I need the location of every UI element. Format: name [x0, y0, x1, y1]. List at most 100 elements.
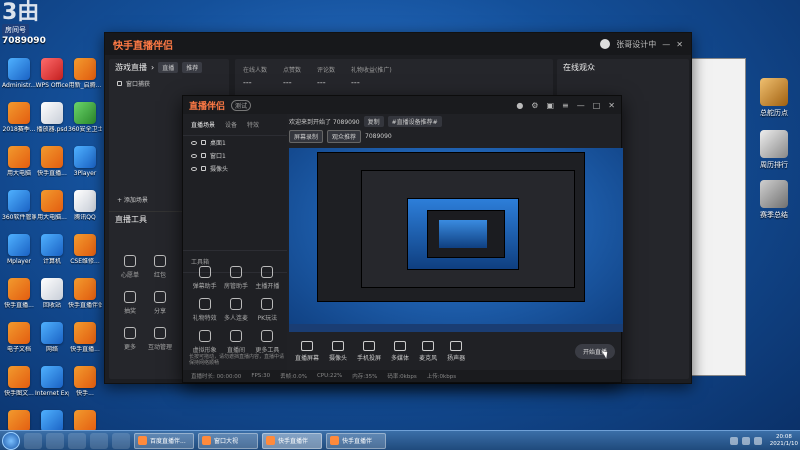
network-icon[interactable]: [729, 436, 738, 445]
recommend-tag[interactable]: #直播设备推荐#: [387, 116, 442, 127]
tab-device[interactable]: 设备: [225, 120, 237, 129]
scene-item[interactable]: 摄像头: [183, 162, 287, 175]
menu-icon[interactable]: ≡: [562, 101, 569, 110]
more-tool[interactable]: 更多: [115, 327, 145, 351]
phone-cast-button[interactable]: 手机投屏: [357, 340, 381, 362]
folder-icon[interactable]: [68, 432, 86, 449]
close-icon[interactable]: ✕: [608, 101, 615, 110]
desktop-icon[interactable]: 腾讯QQ: [68, 190, 102, 221]
input-method-icon[interactable]: [753, 436, 762, 445]
live-preview[interactable]: [289, 148, 623, 332]
taskbar-task[interactable]: 窗口大视: [198, 432, 258, 449]
scene-item[interactable]: 桌面1: [183, 136, 287, 149]
file-icon[interactable]: [90, 432, 108, 449]
desktop-icon[interactable]: 360软件管家: [2, 190, 36, 221]
live-button[interactable]: 直播: [158, 61, 179, 73]
desktop-icon[interactable]: 播放器.psd: [35, 102, 69, 133]
game-icon[interactable]: [112, 432, 130, 449]
toolbox-item[interactable]: 礼物特效: [189, 298, 220, 322]
desktop-icon-weekly[interactable]: 周历排行: [752, 130, 796, 170]
toolbox-item[interactable]: 更多工具: [252, 330, 283, 354]
eye-icon[interactable]: [191, 166, 197, 171]
eye-icon[interactable]: [191, 153, 197, 158]
maximize-icon[interactable]: □: [593, 101, 601, 110]
desktop-icon[interactable]: 计算机: [35, 234, 69, 265]
settings-icon[interactable]: ⚙: [531, 101, 538, 110]
desktop-icon[interactable]: Administr...: [2, 58, 36, 89]
screen-source-button[interactable]: 直播屏幕: [295, 340, 319, 362]
toolbox-item[interactable]: 虚拟形象: [189, 330, 220, 354]
desktop-icon[interactable]: 用新_启腾...: [68, 58, 102, 89]
redpacket-tool[interactable]: 红包: [145, 255, 175, 279]
audience-chip[interactable]: 观众推荐: [327, 130, 362, 143]
add-scene-link[interactable]: + 添加场景: [109, 193, 156, 206]
minimize-icon[interactable]: —: [577, 101, 585, 110]
desktop-icon[interactable]: 快手直播...: [35, 146, 69, 177]
desktop-icon[interactable]: 快手直播伴侣: [68, 278, 102, 309]
desktop-icon[interactable]: 快手图文...: [2, 366, 36, 397]
lock-icon[interactable]: [117, 81, 122, 86]
desktop-icon[interactable]: 2018赛季...: [2, 102, 36, 133]
desktop-icon[interactable]: Internet Explorer: [35, 366, 69, 397]
tab-effects[interactable]: 特效: [247, 120, 259, 129]
taskbar-task[interactable]: 快手直播伴: [262, 432, 322, 449]
wishlist-tool[interactable]: 心愿单: [115, 255, 145, 279]
desktop-icon[interactable]: 快手直播...: [2, 278, 36, 309]
interaction-tool[interactable]: 互动管理: [145, 327, 175, 351]
desktop-icon[interactable]: WPS Office: [35, 58, 69, 89]
desktop-icon[interactable]: 用大电脑...: [35, 190, 69, 221]
minimize-icon[interactable]: —: [662, 40, 670, 49]
media-button[interactable]: 多媒体: [391, 340, 409, 362]
game-live-title[interactable]: 游戏直播: [115, 62, 147, 73]
lock-icon[interactable]: [201, 166, 206, 171]
clock[interactable]: 20:08 2021/1/10: [770, 434, 798, 448]
desktop-icon[interactable]: 回收站: [35, 278, 69, 309]
desktop-icon[interactable]: CSE维修...: [68, 234, 102, 265]
desktop-icon[interactable]: 360安全卫士: [68, 102, 102, 133]
screen-record-chip[interactable]: 屏幕录制: [289, 130, 324, 143]
eye-icon[interactable]: [191, 140, 197, 145]
lottery-tool[interactable]: 抽奖: [115, 291, 145, 315]
lock-icon[interactable]: [201, 140, 206, 145]
toolbox-item[interactable]: 房管助手: [220, 266, 251, 290]
desktop-icon[interactable]: 快手直播...: [68, 322, 102, 353]
lock-icon[interactable]: [201, 153, 206, 158]
desktop-icon[interactable]: 网络: [35, 322, 69, 353]
desktop-icon-rank[interactable]: 总舵历点: [752, 78, 796, 118]
background-window[interactable]: [690, 58, 746, 376]
share-tool[interactable]: 分享: [145, 291, 175, 315]
avatar[interactable]: ●: [516, 101, 523, 110]
ie-icon[interactable]: [24, 432, 42, 449]
desktop-icon[interactable]: 快手...: [68, 366, 102, 397]
desktop-icon[interactable]: 3Player: [68, 146, 102, 177]
toolbox-item[interactable]: 主播开播: [252, 266, 283, 290]
tab-scene[interactable]: 直播场景: [191, 120, 215, 129]
toolbox-item[interactable]: 弹幕助手: [189, 266, 220, 290]
mic-button[interactable]: 麦克风: [419, 340, 437, 362]
username[interactable]: 张哥设计中: [616, 39, 656, 50]
status-item: 上传:0kbps: [426, 374, 457, 380]
taskbar-task[interactable]: 快手直播伴: [326, 432, 386, 449]
volume-icon[interactable]: [741, 436, 750, 445]
close-icon[interactable]: ✕: [676, 40, 683, 49]
copy-button[interactable]: 复制: [363, 116, 384, 127]
desktop-icon[interactable]: 用大电脑: [2, 146, 36, 177]
scene-item[interactable]: 窗口1: [183, 149, 287, 162]
recommend-button[interactable]: 推荐: [182, 61, 203, 73]
desktop-icon[interactable]: 电子文档: [2, 322, 36, 353]
live-companion-window[interactable]: 直播伴侣 测试 ● ⚙ ▣ ≡ — □ ✕ 直播场景 设备 特效 桌面1 窗口1…: [182, 95, 623, 383]
taskbar-task[interactable]: 百度直播伴...: [134, 432, 194, 449]
speaker-button[interactable]: 扬声器: [447, 340, 465, 362]
toolbox-item[interactable]: 多人连麦: [220, 298, 251, 322]
kuaishou-pin-icon[interactable]: [46, 432, 64, 449]
desktop-icon-season[interactable]: 赛季总结: [752, 180, 796, 220]
windows-start-button[interactable]: [2, 431, 20, 450]
desktop-icon[interactable]: Mplayer: [2, 234, 36, 265]
camera-button[interactable]: 摄像头: [329, 340, 347, 362]
toolbox-item[interactable]: 直播间: [220, 330, 251, 354]
avatar[interactable]: [600, 39, 611, 49]
window-capture-row[interactable]: 窗口捕获: [109, 75, 229, 90]
status-item: CPU:22%: [316, 373, 343, 379]
skin-icon[interactable]: ▣: [546, 101, 554, 110]
toolbox-item[interactable]: PK玩法: [252, 298, 283, 322]
